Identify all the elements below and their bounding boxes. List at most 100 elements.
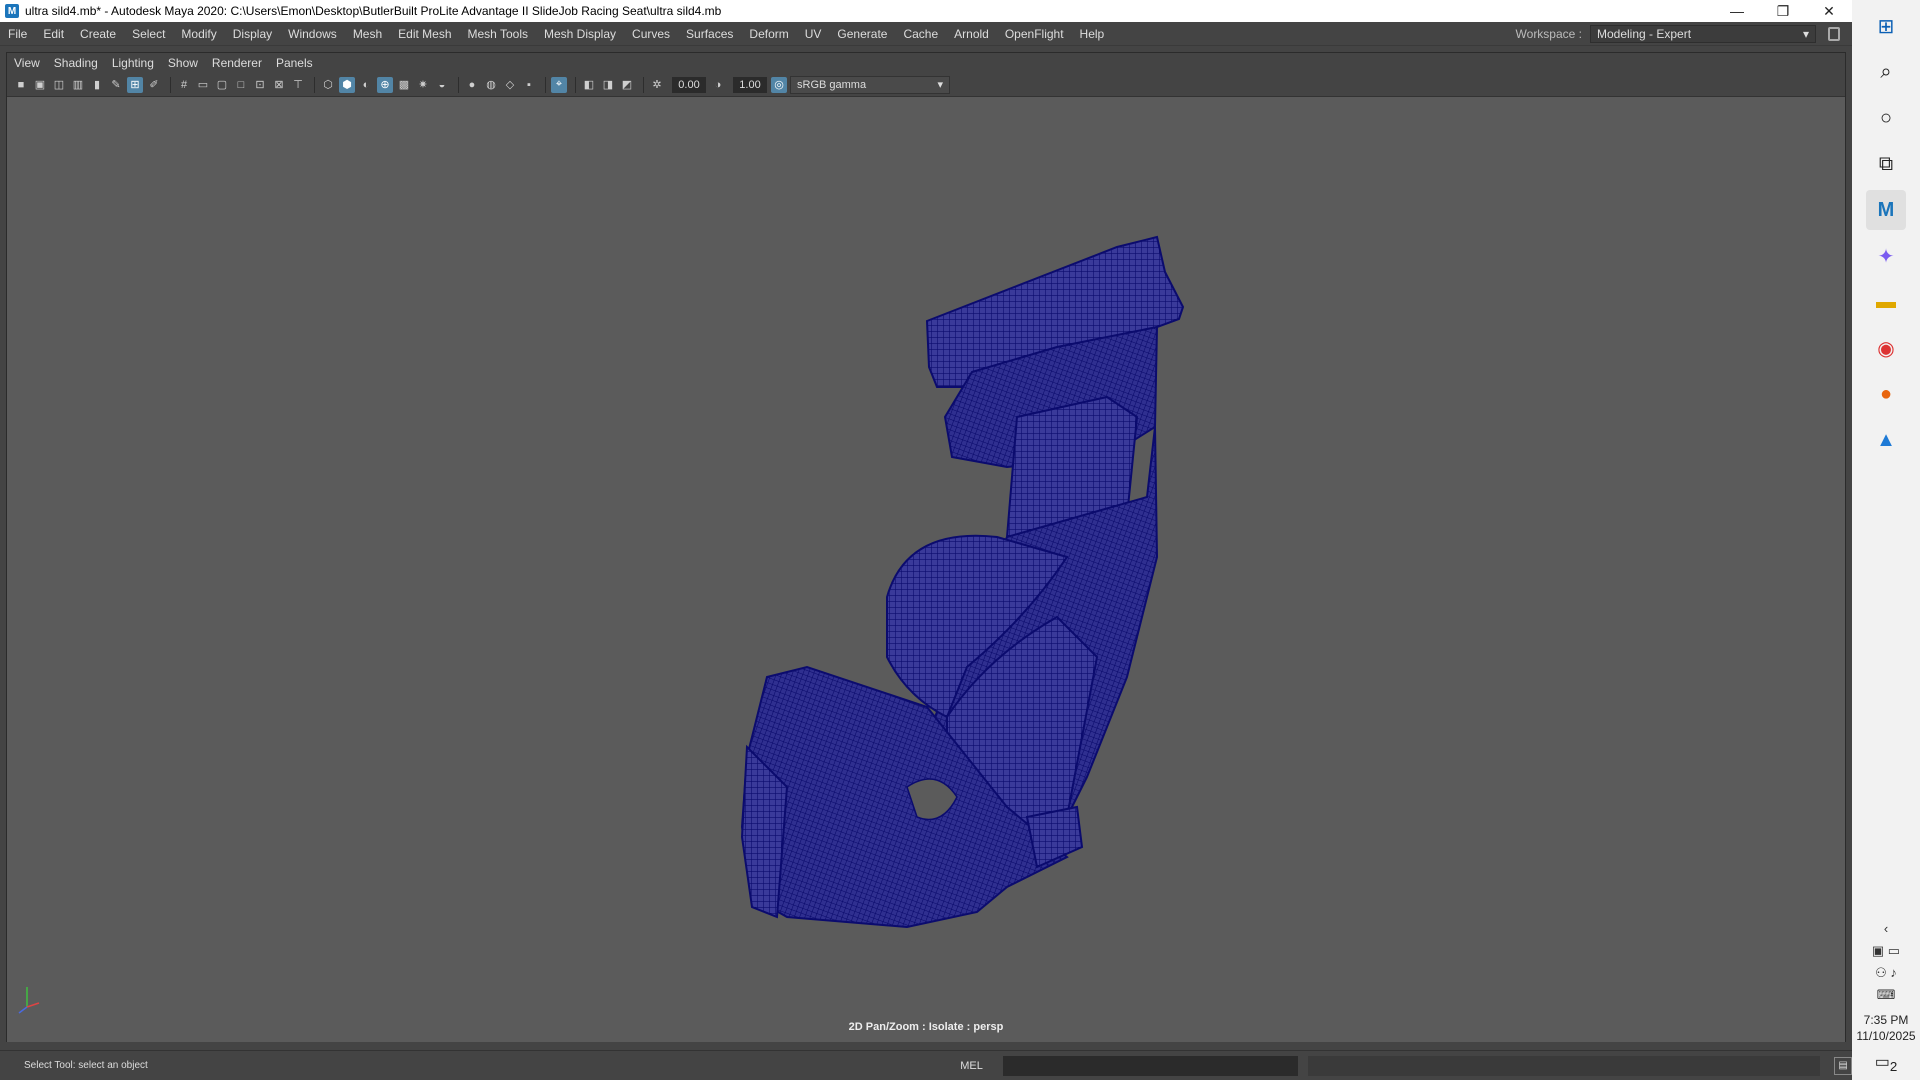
window-title-bar: M ultra sild4.mb* - Autodesk Maya 2020: …	[0, 0, 1852, 22]
anti-aliasing-icon[interactable]: ◇	[502, 77, 518, 93]
workspace-label: Workspace :	[1515, 27, 1582, 41]
menu-deform[interactable]: Deform	[741, 27, 796, 41]
camera-attributes-icon[interactable]: ▣	[32, 77, 48, 93]
panel-menu-bar: View Shading Lighting Show Renderer Pane…	[7, 53, 1845, 73]
network-volume-icon[interactable]: ⚇ ♪	[1875, 962, 1897, 984]
notification-icon[interactable]: ▭2	[1875, 1052, 1898, 1074]
chrome-icon[interactable]: ◉	[1866, 328, 1906, 368]
grid-icon[interactable]: #	[176, 77, 192, 93]
film-gate-icon[interactable]: ▭	[195, 77, 211, 93]
menu-cache[interactable]: Cache	[895, 27, 946, 41]
field-chart-icon[interactable]: ⊡	[252, 77, 268, 93]
grease-pencil-icon[interactable]: ✎	[108, 77, 124, 93]
toolbar-divider	[170, 76, 171, 93]
safe-action-icon[interactable]: ⊠	[271, 77, 287, 93]
menu-select[interactable]: Select	[124, 27, 173, 41]
xray-active-components-icon[interactable]: ◨	[600, 77, 616, 93]
menu-edit[interactable]: Edit	[35, 27, 72, 41]
close-button[interactable]: ✕	[1806, 0, 1852, 22]
tray-apps-icon[interactable]: ▣ ▭	[1872, 940, 1900, 962]
racing-seat-wireframe-model[interactable]	[7, 97, 1845, 1042]
menu-help[interactable]: Help	[1072, 27, 1113, 41]
chevron-left-icon[interactable]: ‹	[1884, 918, 1888, 940]
copilot-icon[interactable]: ✦	[1866, 236, 1906, 276]
panel-menu-lighting[interactable]: Lighting	[105, 56, 161, 70]
windows-start-icon[interactable]: ⊞	[1866, 6, 1906, 46]
depth-of-field-icon[interactable]: ▪	[521, 77, 537, 93]
gamma-field[interactable]: 1.00	[733, 76, 767, 93]
menu-mesh-tools[interactable]: Mesh Tools	[460, 27, 536, 41]
menu-file[interactable]: File	[0, 27, 35, 41]
safe-title-icon[interactable]: ⊤	[290, 77, 306, 93]
menu-surfaces[interactable]: Surfaces	[678, 27, 741, 41]
main-menu-bar: File Edit Create Select Modify Display W…	[0, 22, 1852, 46]
camera-icon[interactable]: ■	[13, 77, 29, 93]
script-editor-icon[interactable]: ▤	[1834, 1056, 1853, 1075]
panel-menu-renderer[interactable]: Renderer	[205, 56, 269, 70]
smooth-shade-icon[interactable]: ⬢	[339, 76, 355, 93]
exposure-field[interactable]: 0.00	[672, 76, 706, 93]
command-input[interactable]	[1002, 1055, 1299, 1076]
file-explorer-icon[interactable]: ▬	[1866, 282, 1906, 322]
view-transform-dropdown[interactable]: sRGB gamma ▾	[790, 75, 950, 94]
menu-mesh-display[interactable]: Mesh Display	[536, 27, 624, 41]
menu-curves[interactable]: Curves	[624, 27, 678, 41]
gamma-icon[interactable]: ◑	[710, 77, 726, 93]
menu-edit-mesh[interactable]: Edit Mesh	[390, 27, 459, 41]
color-management-icon[interactable]: ◎	[771, 76, 787, 93]
xray-icon[interactable]: ◧	[581, 77, 597, 93]
firefox-icon[interactable]: ●	[1866, 374, 1906, 414]
photos-icon[interactable]: ▲	[1866, 420, 1906, 460]
panel-menu-shading[interactable]: Shading	[47, 56, 105, 70]
shadows-icon[interactable]: ◒	[434, 77, 450, 93]
bookmark-camera-icon[interactable]: ◫	[51, 77, 67, 93]
use-all-lights-icon[interactable]: ✷	[415, 77, 431, 93]
image-plane-icon[interactable]: ▥	[70, 77, 86, 93]
resolution-gate-icon[interactable]: ▢	[214, 77, 230, 93]
workspace-dropdown[interactable]: Modeling - Expert ▾	[1590, 25, 1816, 43]
toolbar-divider	[314, 76, 315, 93]
workspace-value: Modeling - Expert	[1597, 27, 1692, 41]
clock-date: 11/10/2025	[1856, 1028, 1916, 1043]
menu-modify[interactable]: Modify	[173, 27, 224, 41]
toolbar-divider	[458, 76, 459, 93]
menu-openflight[interactable]: OpenFlight	[997, 27, 1072, 41]
menu-mesh[interactable]: Mesh	[345, 27, 390, 41]
panel-menu-view[interactable]: View	[7, 56, 47, 70]
3d-viewport[interactable]	[7, 97, 1845, 1042]
bookmark-icon[interactable]: ▮	[89, 77, 105, 93]
motion-blur-icon[interactable]: ◍	[483, 77, 499, 93]
maya-taskbar-icon[interactable]: M	[1866, 190, 1906, 230]
restore-button[interactable]: ❐	[1760, 0, 1806, 22]
gate-mask-icon[interactable]: □	[233, 77, 249, 93]
xray-joints-icon[interactable]: ◩	[619, 77, 635, 93]
command-result-field	[1308, 1055, 1821, 1076]
panel-menu-panels[interactable]: Panels	[269, 56, 320, 70]
search-icon[interactable]: ⌕	[1866, 52, 1906, 92]
wireframe-icon[interactable]: ⬡	[320, 77, 336, 93]
chevron-down-icon: ▾	[937, 79, 943, 91]
panel-menu-show[interactable]: Show	[161, 56, 205, 70]
lock-icon[interactable]	[1828, 27, 1840, 41]
cortana-icon[interactable]: ○	[1866, 98, 1906, 138]
menu-display[interactable]: Display	[225, 27, 280, 41]
mel-language-toggle[interactable]: MEL	[960, 1060, 983, 1072]
task-view-icon[interactable]: ⧉	[1866, 144, 1906, 184]
pan-zoom-icon[interactable]: ⊞	[127, 76, 143, 93]
minimize-button[interactable]: —	[1714, 0, 1760, 22]
brush-icon[interactable]: ✐	[146, 77, 162, 93]
menu-uv[interactable]: UV	[797, 27, 830, 41]
textured-icon[interactable]: ▩	[396, 77, 412, 93]
menu-generate[interactable]: Generate	[829, 27, 895, 41]
menu-windows[interactable]: Windows	[280, 27, 345, 41]
default-material-icon[interactable]: ◐	[358, 77, 374, 93]
viewport-hud-label: 2D Pan/Zoom : Isolate : persp	[848, 1021, 1004, 1033]
clock[interactable]: 7:35 PM 11/10/2025	[1856, 1012, 1915, 1044]
menu-create[interactable]: Create	[72, 27, 124, 41]
menu-arnold[interactable]: Arnold	[946, 27, 997, 41]
screen-space-ao-icon[interactable]: ●	[464, 77, 480, 93]
wireframe-on-shaded-icon[interactable]: ⊕	[377, 76, 393, 93]
isolate-select-icon[interactable]: ⌖	[551, 76, 567, 93]
keyboard-icon[interactable]: ⌨	[1877, 984, 1896, 1006]
exposure-icon[interactable]: ✲	[649, 77, 665, 93]
